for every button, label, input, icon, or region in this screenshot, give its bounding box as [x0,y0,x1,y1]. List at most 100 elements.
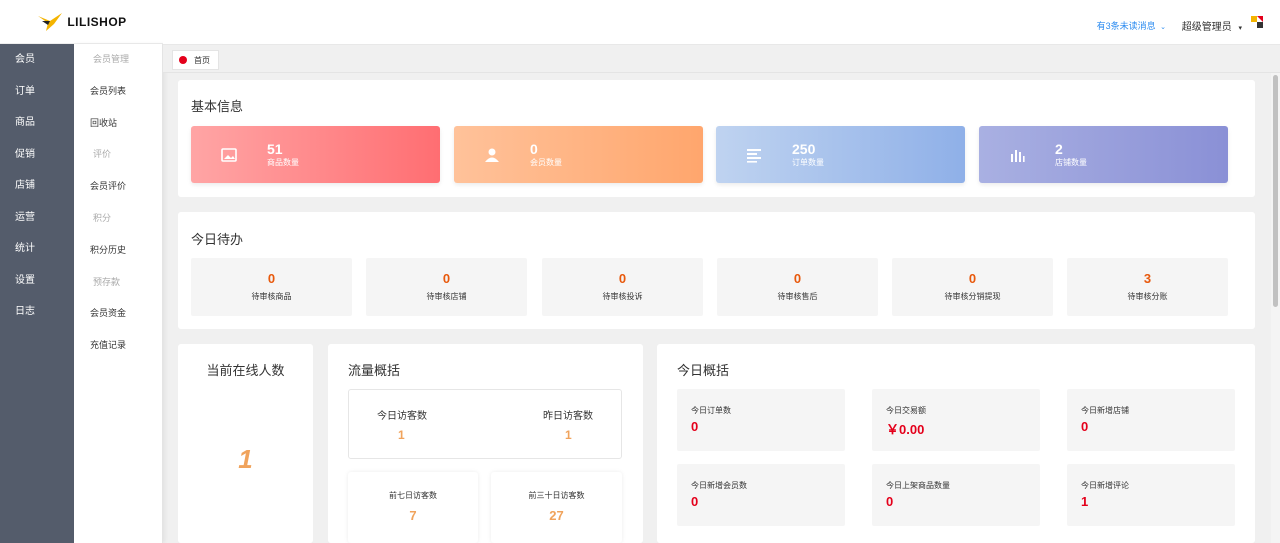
todo-pending-aftersales[interactable]: 0 待审核售后 [717,258,878,316]
sub-nav: 会员管理 会员列表 回收站 评价 会员评价 积分 积分历史 预存款 会员资金 充… [74,44,163,543]
todo-pending-products[interactable]: 0 待审核商品 [191,258,352,316]
image-icon [221,148,237,162]
nav-item-settings[interactable]: 设置 [0,265,74,297]
subnav-item-recharge-records[interactable]: 充值记录 [74,330,162,362]
todo-value: 0 [442,271,451,286]
todo-label: 待审核售后 [777,292,818,301]
stat-card-products[interactable]: 51 商品数量 [191,126,440,183]
chevron-down-icon: ⌄ [1160,24,1166,31]
stat-label-members: 会员数量 [530,158,562,167]
summary-value: ￥0.00 [886,422,925,437]
todo-value: 0 [618,271,627,286]
logo-text: LILISHOP [67,14,127,29]
logo-area[interactable]: LILISHOP [0,0,163,44]
user-name: 超级管理员 [1181,22,1232,33]
tab-home-label: 首页 [194,55,210,65]
nav-item-members[interactable]: 会员 [0,44,74,76]
subnav-item-member-reviews[interactable]: 会员评价 [74,171,162,203]
nav-item-logs[interactable]: 日志 [0,296,74,328]
list-icon [747,149,761,163]
summary-value: 0 [1081,419,1089,434]
visitors-today-yesterday-box: 今日访客数 1 昨日访客数 1 [348,389,622,459]
summary-label: 今日订单数 [691,406,731,415]
language-switch-icon[interactable] [1251,16,1263,31]
top-header: 有3条未读消息 ⌄ 超级管理员 ▾ [163,0,1280,45]
visitors-7days-box: 前七日访客数 7 [348,472,478,543]
subnav-item-points-history[interactable]: 积分历史 [74,235,162,267]
visitors-yesterday-value: 1 [565,428,572,442]
nav-item-operations[interactable]: 运营 [0,202,74,234]
page-scrollbar[interactable] [1271,73,1280,543]
tab-home[interactable]: 首页 [172,50,219,70]
todo-label: 待审核分账 [1127,292,1168,301]
summary-today-listed-products[interactable]: 今日上架商品数量 0 [872,464,1040,526]
summary-value: 0 [691,419,699,434]
summary-label: 今日新增会员数 [691,481,747,490]
online-users-value: 1 [238,444,253,474]
subnav-group-points: 积分 [93,212,112,223]
todo-value: 0 [793,271,802,286]
visitors-30days-value: 27 [549,508,564,523]
nav-item-products[interactable]: 商品 [0,107,74,139]
subnav-item-member-list[interactable]: 会员列表 [74,76,162,108]
summary-label: 今日新增评论 [1081,481,1129,490]
visitors-today-label: 今日访客数 [377,411,427,422]
stat-value-stores: 2 [1055,141,1063,157]
stat-label-stores: 店铺数量 [1055,158,1087,167]
todo-title: 今日待办 [191,232,244,247]
todo-value: 0 [267,271,276,286]
traffic-overview-title: 流量概括 [348,363,401,378]
todo-label: 待审核分销提现 [944,292,1001,301]
subnav-group-member-management: 会员管理 [93,54,130,64]
unread-messages-link[interactable]: 有3条未读消息 ⌄ [1097,19,1166,32]
nav-item-promotions[interactable]: 促销 [0,139,74,171]
basic-info-section: 基本信息 51 商品数量 0 会员数量 250 订单数量 2 店铺数量 [178,80,1255,197]
nav-item-statistics[interactable]: 统计 [0,233,74,265]
summary-label: 今日新增店铺 [1081,406,1129,415]
active-dot-icon [179,56,187,64]
visitors-30days-box: 前三十日访客数 27 [491,472,622,543]
visitors-7days-value: 7 [409,508,417,523]
stat-label-orders: 订单数量 [792,158,824,167]
summary-today-new-stores[interactable]: 今日新增店铺 0 [1067,389,1235,451]
today-summary-section: 今日概括 今日订单数 0 今日交易额 ￥0.00 今日新增店铺 0 今日新增会员… [657,344,1255,543]
stat-card-stores[interactable]: 2 店铺数量 [979,126,1228,183]
scrollbar-thumb[interactable] [1273,75,1278,307]
nav-item-orders[interactable]: 订单 [0,76,74,108]
stat-card-members[interactable]: 0 会员数量 [454,126,703,183]
todo-value: 3 [1143,271,1152,286]
summary-today-new-members[interactable]: 今日新增会员数 0 [677,464,845,526]
summary-today-new-reviews[interactable]: 今日新增评论 1 [1067,464,1235,526]
subnav-group-deposit: 预存款 [93,276,121,287]
summary-value: 0 [691,494,699,509]
bar-chart-icon [1011,150,1025,162]
visitors-today-value: 1 [398,428,405,442]
logo: LILISHOP [36,12,126,32]
todo-pending-distribution-withdrawals[interactable]: 0 待审核分销提现 [892,258,1053,316]
traffic-overview-section: 流量概括 今日访客数 1 昨日访客数 1 前七日访客数 7 前三十日访客数 27 [328,344,643,543]
summary-value: 0 [886,494,894,509]
stat-card-orders[interactable]: 250 订单数量 [716,126,965,183]
nav-item-stores[interactable]: 店铺 [0,170,74,202]
summary-today-orders[interactable]: 今日订单数 0 [677,389,845,451]
todo-pending-complaints[interactable]: 0 待审核投诉 [542,258,703,316]
caret-down-icon: ▾ [1238,25,1242,32]
visitors-yesterday-label: 昨日访客数 [543,411,593,422]
todo-pending-stores[interactable]: 0 待审核店铺 [366,258,527,316]
summary-today-revenue[interactable]: 今日交易额 ￥0.00 [872,389,1040,451]
visitors-7days-label: 前七日访客数 [389,491,437,500]
visitors-30days-label: 前三十日访客数 [528,491,585,500]
today-summary-title: 今日概括 [677,363,730,378]
todo-section: 今日待办 0 待审核商品 0 待审核店铺 0 待审核投诉 0 待审核售后 0 待… [178,212,1255,329]
stat-value-products: 51 [267,141,283,157]
user-menu[interactable]: 超级管理员 ▾ [1182,18,1242,33]
todo-pending-split-accounts[interactable]: 3 待审核分账 [1067,258,1228,316]
todo-label: 待审核投诉 [602,292,643,301]
basic-info-title: 基本信息 [191,99,244,114]
unread-messages-label: 有3条未读消息 [1096,21,1156,31]
subnav-item-recycle-bin[interactable]: 回收站 [74,108,162,140]
stat-label-products: 商品数量 [267,158,299,167]
summary-label: 今日交易额 [886,406,926,415]
subnav-item-member-funds[interactable]: 会员资金 [74,298,162,330]
todo-label: 待审核商品 [251,292,292,301]
